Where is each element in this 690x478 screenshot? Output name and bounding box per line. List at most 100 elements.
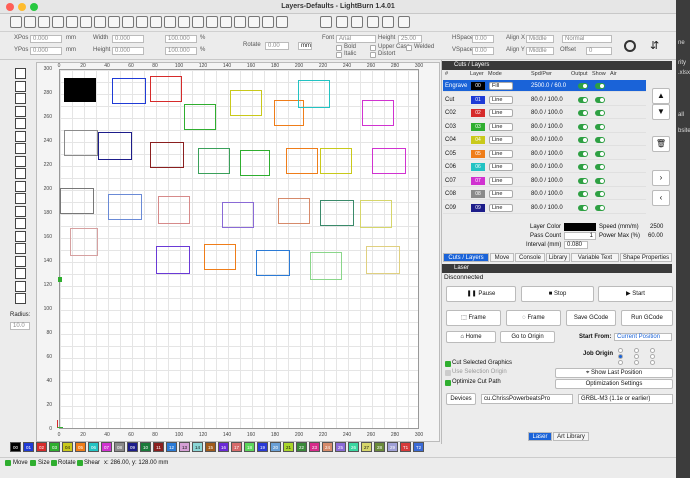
font-height-field[interactable]: 25.00 <box>398 35 422 43</box>
palette-color-swatch[interactable]: T1 <box>400 442 411 452</box>
pass-count-field[interactable]: 1 <box>564 232 596 240</box>
show-toggle[interactable] <box>595 164 605 170</box>
rectangle-shape[interactable] <box>310 252 342 280</box>
rectangle-shape[interactable] <box>256 250 290 276</box>
layer-mode-select[interactable]: Line <box>489 190 513 198</box>
show-toggle[interactable] <box>595 96 605 103</box>
cut-layer-row[interactable]: C06 06 Line 80.0 / 100.0 <box>443 161 646 173</box>
rotate-field[interactable]: 0.00 <box>265 42 289 50</box>
layer-mode-select[interactable]: Line <box>489 95 513 104</box>
show-last-position-button[interactable]: ⌖ Show Last Position <box>555 368 673 378</box>
align-center-icon[interactable] <box>248 16 260 28</box>
align-right-icon[interactable] <box>262 16 274 28</box>
cut-icon[interactable] <box>80 16 92 28</box>
cut-layer-row[interactable]: C02 02 Line 80.0 / 100.0 <box>443 107 646 119</box>
width-percent-field[interactable]: 100.000 <box>165 35 197 43</box>
next-layer-button[interactable]: › <box>652 170 670 186</box>
palette-color-swatch[interactable]: 20 <box>270 442 281 452</box>
rectangle-shape[interactable] <box>158 196 190 224</box>
gear-icon[interactable] <box>382 16 394 28</box>
open-file-icon[interactable] <box>24 16 36 28</box>
layer-mode-select[interactable]: Line <box>489 203 513 212</box>
job-origin-radio[interactable] <box>650 360 655 365</box>
run-gcode-button[interactable]: Run GCode <box>621 310 673 326</box>
layer-mode-select[interactable]: Line <box>489 136 513 144</box>
aligny-select[interactable]: Middle <box>526 47 554 55</box>
weld-icon[interactable] <box>15 230 26 242</box>
optimize-cut-path-checkbox[interactable] <box>445 380 451 386</box>
rectangle-shape[interactable] <box>362 100 394 126</box>
boolean-union-icon[interactable] <box>15 193 26 204</box>
ypos-field[interactable]: 0.000 <box>30 47 62 55</box>
hspace-field[interactable]: 0.00 <box>472 35 494 43</box>
align-top-icon[interactable] <box>276 16 288 28</box>
undo-icon[interactable] <box>52 16 64 28</box>
rectangle-shape[interactable] <box>150 142 184 168</box>
power-max-value[interactable]: 60.00 <box>648 233 663 239</box>
palette-color-swatch[interactable]: 04 <box>62 442 73 452</box>
layer-mode-select[interactable]: Line <box>489 163 513 171</box>
palette-color-swatch[interactable]: 15 <box>205 442 216 452</box>
rectangle-shape[interactable] <box>372 148 406 174</box>
palette-color-swatch[interactable]: 18 <box>244 442 255 452</box>
camera-icon[interactable] <box>397 16 410 28</box>
move-checkbox[interactable] <box>5 460 11 466</box>
rectangle-shape[interactable] <box>222 202 254 228</box>
palette-color-swatch[interactable]: 17 <box>231 442 242 452</box>
output-toggle[interactable] <box>578 164 588 170</box>
start-button[interactable]: ▶ Start <box>598 286 673 302</box>
rectangle-shape[interactable] <box>320 148 352 174</box>
palette-color-swatch[interactable]: 02 <box>36 442 47 452</box>
arrange-icon[interactable]: ⇵ <box>650 40 662 52</box>
new-file-icon[interactable] <box>10 16 22 28</box>
output-toggle[interactable] <box>578 96 588 103</box>
layer-mode-select[interactable]: Line <box>489 122 513 131</box>
save-file-icon[interactable] <box>38 16 50 28</box>
layer-mode-select[interactable]: Line <box>489 109 513 117</box>
job-origin-radio[interactable] <box>618 354 623 359</box>
edit-nodes-icon[interactable] <box>15 80 26 92</box>
rectangle-shape[interactable] <box>298 80 330 108</box>
output-toggle[interactable] <box>578 177 588 184</box>
job-origin-radio[interactable] <box>650 348 655 353</box>
group-icon[interactable] <box>206 16 218 28</box>
palette-color-swatch[interactable]: 23 <box>309 442 320 452</box>
cut-layer-row[interactable]: C03 03 Line 80.0 / 100.0 <box>443 121 646 133</box>
rectangle-shape[interactable] <box>240 150 270 176</box>
rectangle-shape[interactable] <box>112 78 146 104</box>
settings-icon[interactable] <box>320 16 332 28</box>
go-to-origin-button[interactable]: Go to Origin <box>500 331 555 343</box>
rectangle-shape[interactable] <box>320 200 354 226</box>
rectangle-shape[interactable] <box>198 148 230 174</box>
palette-color-swatch[interactable]: 05 <box>75 442 86 452</box>
ungroup-icon[interactable] <box>220 16 232 28</box>
mirror-v-icon[interactable] <box>351 16 363 28</box>
use-selection-origin-checkbox[interactable] <box>445 370 451 376</box>
controller-select[interactable]: GRBL-M3 (1.1e or earlier) <box>578 394 673 404</box>
copy-icon[interactable] <box>94 16 106 28</box>
polygon-tool-icon[interactable] <box>15 130 26 142</box>
rectangle-shape[interactable] <box>60 188 94 214</box>
palette-color-swatch[interactable]: 07 <box>101 442 112 452</box>
cut-layer-row[interactable]: C09 09 Line 80.0 / 100.0 <box>443 202 646 214</box>
home-button[interactable]: ⌂ Home <box>446 331 496 343</box>
show-toggle[interactable] <box>595 191 605 197</box>
palette-color-swatch[interactable]: 06 <box>88 442 99 452</box>
position-laser-icon[interactable] <box>15 155 26 167</box>
cut-layer-row[interactable]: Cut 01 Line 80.0 / 100.0 <box>443 94 646 106</box>
rectangle-shape[interactable] <box>150 76 182 102</box>
rotate-checkbox[interactable] <box>51 460 57 466</box>
rectangle-shape[interactable] <box>278 198 310 224</box>
palette-color-swatch[interactable]: 00 <box>10 442 21 452</box>
zoom-fit-icon[interactable] <box>164 16 176 28</box>
rectangle-shape[interactable] <box>360 200 392 228</box>
output-toggle[interactable] <box>578 83 588 89</box>
palette-color-swatch[interactable]: 12 <box>166 442 177 452</box>
palette-color-swatch[interactable]: 26 <box>348 442 359 452</box>
tab-variable-text[interactable]: Variable Text <box>571 253 619 262</box>
frame-button[interactable]: ⬚ Frame <box>446 310 501 326</box>
close-window-button[interactable] <box>6 3 14 11</box>
trace-icon[interactable] <box>192 16 204 28</box>
shear-checkbox[interactable] <box>77 460 83 466</box>
rectangle-shape[interactable] <box>286 148 318 174</box>
